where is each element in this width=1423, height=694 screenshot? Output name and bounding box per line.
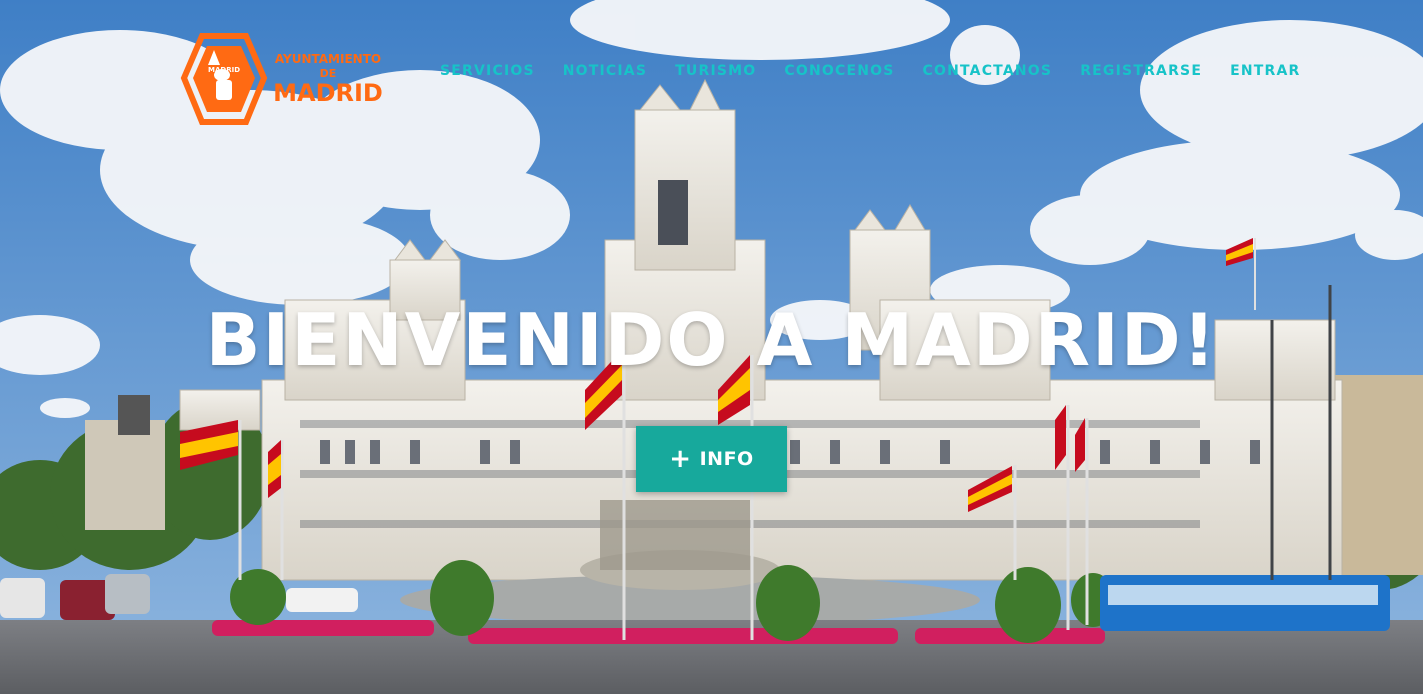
main-navigation: SERVICIOS NOTICIAS TURISMO CONOCENOS CON… bbox=[440, 63, 1301, 79]
logo-top-text: MADRID bbox=[208, 66, 240, 74]
nav-entrar[interactable]: ENTRAR bbox=[1230, 63, 1300, 79]
nav-noticias[interactable]: NOTICIAS bbox=[563, 63, 647, 79]
info-button[interactable]: + INFO bbox=[636, 426, 787, 492]
nav-contactanos[interactable]: CONTACTANOS bbox=[923, 63, 1053, 79]
hero-title: BIENVENIDO A MADRID! bbox=[205, 298, 1218, 382]
nav-registrarse[interactable]: REGISTRARSE bbox=[1080, 63, 1202, 79]
ayuntamiento-logo[interactable]: MADRID AYUNTAMIENTO DE MADRID bbox=[180, 30, 390, 128]
plus-icon: + bbox=[669, 444, 692, 474]
madrid-hexagon-logo-icon: MADRID AYUNTAMIENTO DE MADRID bbox=[180, 33, 383, 125]
info-button-label: INFO bbox=[699, 448, 754, 470]
logo-line3: MADRID bbox=[273, 79, 383, 107]
hero-section: MADRID AYUNTAMIENTO DE MADRID SERVICIOS … bbox=[0, 0, 1423, 694]
logo-line1: AYUNTAMIENTO bbox=[275, 52, 381, 66]
nav-turismo[interactable]: TURISMO bbox=[675, 63, 756, 79]
nav-conocenos[interactable]: CONOCENOS bbox=[784, 63, 894, 79]
nav-servicios[interactable]: SERVICIOS bbox=[440, 63, 535, 79]
